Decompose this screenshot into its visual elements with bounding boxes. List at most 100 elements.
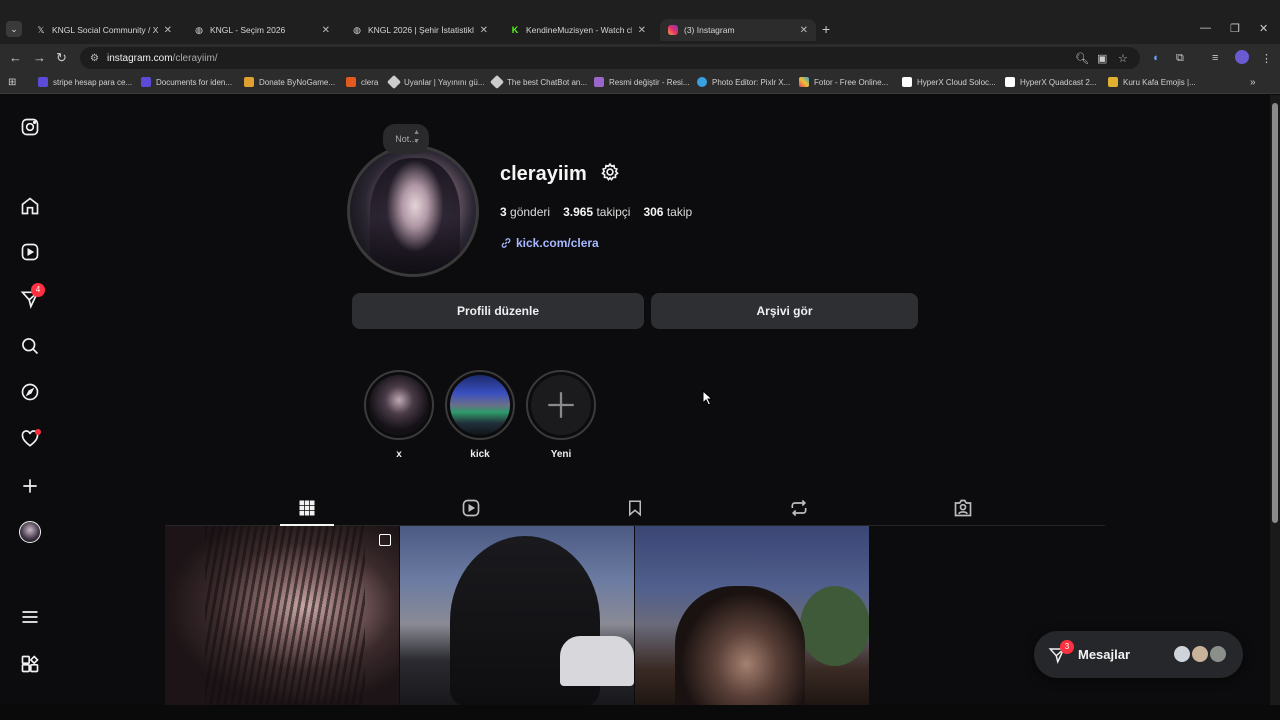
tab-reels[interactable] (458, 495, 484, 521)
messages-panel-button[interactable]: 3 Mesajlar (1034, 631, 1243, 678)
profile-picture[interactable] (347, 145, 479, 277)
bookmark-item[interactable]: HyperX Quadcast 2... (1005, 77, 1096, 87)
browser-tab-strip: ⌄ 𝕏 KNGL Social Community / X ✕ ◍ KNGL -… (0, 0, 1280, 44)
more-bookmarks-icon[interactable]: » (1250, 77, 1256, 88)
bookmark-item[interactable]: The best ChatBot an... (489, 74, 587, 90)
instagram-logo-icon[interactable] (18, 115, 42, 139)
bookmark-item[interactable]: Documents for iden... (141, 77, 232, 87)
settings-gear-icon[interactable] (600, 162, 620, 182)
restore-icon[interactable]: ❐ (1230, 22, 1240, 35)
browser-tab[interactable]: ◍ KNGL - Seçim 2026 ✕ (186, 19, 338, 41)
messages-badge: 3 (1060, 640, 1074, 654)
new-highlight-button[interactable]: Yeni (526, 370, 596, 460)
browser-tab-active[interactable]: (3) Instagram ✕ (660, 19, 816, 41)
browser-tab[interactable]: K KendineMuzisyen - Watch clips ✕ (502, 19, 654, 41)
explore-compass-icon[interactable] (18, 380, 42, 404)
create-plus-icon[interactable] (18, 474, 42, 498)
browser-tab[interactable]: 𝕏 KNGL Social Community / X ✕ (28, 19, 180, 41)
menu-hamburger-icon[interactable] (18, 605, 42, 629)
bookmark-item[interactable]: Kuru Kafa Emojis |... (1108, 77, 1196, 87)
followers-stat[interactable]: 3.965 takipçi (563, 205, 630, 219)
tab-search-button[interactable]: ⌄ (6, 21, 22, 37)
reload-icon[interactable]: ↻ (56, 50, 67, 66)
bookmark-label: Resmi değiştir - Resi... (609, 77, 690, 87)
link-icon (501, 238, 511, 248)
profile-external-link[interactable]: kick.com/clera (500, 236, 599, 250)
following-count: 306 (643, 205, 664, 219)
tab-saved[interactable] (622, 495, 648, 521)
post-thumbnail[interactable] (165, 526, 399, 705)
post-thumbnail[interactable] (635, 526, 869, 705)
profile-avatar-icon[interactable] (18, 520, 42, 544)
note-scroll-icon: ▲ ▼ (413, 129, 420, 145)
back-icon[interactable]: ← (9, 50, 22, 65)
media-control-icon[interactable]: ≡ (1212, 52, 1218, 64)
profile-tabs (165, 490, 1105, 526)
profile-stats: 3 gönderi 3.965 takipçi 306 takip (500, 205, 692, 219)
home-icon[interactable] (18, 194, 42, 218)
url-path: /clerayiim/ (172, 52, 218, 64)
bookmark-item[interactable]: Donate ByNoGame... (244, 77, 335, 87)
bookmark-favicon (1005, 77, 1015, 87)
reels-icon[interactable] (18, 240, 42, 264)
tab-title: KNGL Social Community / X (52, 25, 158, 35)
extensions-icon[interactable]: ⧉ (1176, 52, 1184, 65)
install-app-icon[interactable]: ▣ (1097, 52, 1107, 65)
bookmark-star-icon[interactable]: ☆ (1118, 52, 1128, 65)
close-icon[interactable]: ✕ (800, 25, 808, 36)
bookmark-favicon (902, 77, 912, 87)
bookmark-item[interactable]: Fotor - Free Online... (799, 77, 888, 87)
tab-title: KendineMuzisyen - Watch clips (526, 25, 632, 35)
zoom-icon[interactable]: 🔍︎ (1075, 52, 1089, 65)
new-tab-button[interactable]: + (822, 21, 830, 37)
view-archive-button[interactable]: Arşivi gör (651, 293, 918, 329)
bookmark-favicon (386, 74, 402, 90)
highlight-ring (526, 370, 596, 440)
close-icon[interactable]: ✕ (164, 25, 172, 36)
more-options-icon[interactable]: ⋮ (1261, 52, 1272, 65)
post-thumbnail[interactable] (400, 526, 634, 705)
tab-reposts[interactable] (786, 495, 812, 521)
bookmark-label: Donate ByNoGame... (259, 77, 336, 87)
bookmark-label: HyperX Cloud Soloc... (917, 77, 996, 87)
bookmark-item[interactable]: stripe hesap para ce... (38, 77, 132, 87)
address-bar[interactable]: ⚙ instagram.com /clerayiim/ (80, 47, 1140, 69)
minimize-icon[interactable]: — (1200, 22, 1211, 34)
bookmark-label: clera (361, 77, 379, 87)
site-info-icon[interactable]: ⚙ (90, 53, 99, 64)
edit-profile-button[interactable]: Profili düzenle (352, 293, 644, 329)
highlight-ring (364, 370, 434, 440)
note-bubble[interactable]: Not... ▲ ▼ (383, 124, 429, 154)
close-icon[interactable]: ✕ (638, 25, 646, 36)
notifications-heart-icon[interactable] (18, 427, 42, 451)
bookmark-label: Documents for iden... (156, 77, 233, 87)
close-icon[interactable]: ✕ (322, 25, 330, 36)
extension-audio-icon[interactable]: ◖ (1152, 52, 1159, 64)
bookmark-favicon (141, 77, 151, 87)
apps-grid-icon[interactable]: ⊞ (8, 77, 16, 88)
following-label: takip (666, 205, 693, 219)
forward-icon[interactable]: → (33, 50, 46, 65)
posts-stat[interactable]: 3 gönderi (500, 205, 550, 219)
bookmark-item[interactable]: clera (346, 77, 378, 87)
direct-messages-icon[interactable]: 4 (18, 283, 45, 311)
bookmark-item[interactable]: Photo Editor: Pixlr X... (697, 77, 790, 87)
window-close-icon[interactable]: ✕ (1259, 22, 1268, 35)
following-stat[interactable]: 306 takip (643, 205, 692, 219)
story-highlight[interactable]: kick (445, 370, 515, 460)
also-from-meta-icon[interactable] (18, 652, 42, 676)
profile-avatar-icon[interactable] (1235, 50, 1249, 64)
scrollbar-thumb[interactable] (1272, 103, 1278, 523)
search-icon[interactable] (18, 334, 42, 358)
bookmark-item[interactable]: Uyanlar | Yayınını gü... (386, 74, 485, 90)
bookmark-item[interactable]: HyperX Cloud Soloc... (902, 77, 996, 87)
browser-tab[interactable]: ◍ KNGL 2026 | Şehir İstatistikleri ✕ (344, 19, 496, 41)
close-icon[interactable]: ✕ (480, 25, 488, 36)
tab-posts-grid[interactable] (294, 495, 320, 521)
bookmark-icon (629, 500, 641, 517)
story-highlight[interactable]: x (364, 370, 434, 460)
page-scrollbar[interactable] (1270, 95, 1280, 705)
bookmark-favicon (346, 77, 356, 87)
tab-tagged[interactable] (950, 495, 976, 521)
bookmark-item[interactable]: Resmi değiştir - Resi... (594, 77, 689, 87)
